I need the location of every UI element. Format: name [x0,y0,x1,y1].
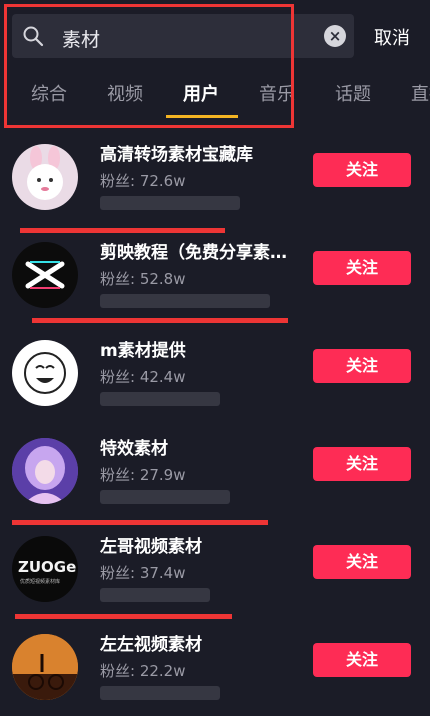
avatar[interactable] [12,340,78,406]
blurred-info [100,686,220,700]
user-name: 剪映教程（免费分享素材） [100,243,300,263]
follow-button[interactable]: 关注 [313,349,411,383]
avatar[interactable] [12,634,78,700]
zuoge-logo-subtext: 优质短视频素材库 [20,578,60,585]
user-name: 左哥视频素材 [100,537,202,557]
fan-count: 粉丝: 37.4w [100,564,186,582]
fan-count: 粉丝: 72.6w [100,172,186,190]
tab-topic[interactable]: 话题 [335,80,371,106]
blurred-info [100,490,230,504]
avatar[interactable] [12,144,78,210]
user-name: m素材提供 [100,341,186,361]
annotation-underline [32,318,288,323]
fan-count: 粉丝: 52.8w [100,270,186,288]
user-name: 高清转场素材宝藏库 [100,145,253,165]
blurred-info [100,196,240,210]
list-item[interactable]: 剪映教程（免费分享素材） 粉丝: 52.8w 关注 [0,226,430,324]
blurred-info [100,392,220,406]
fan-count: 粉丝: 42.4w [100,368,186,386]
follow-button[interactable]: 关注 [313,447,411,481]
list-item[interactable]: ZUOGe 优质短视频素材库 左哥视频素材 粉丝: 37.4w 关注 [0,520,430,618]
blurred-info [100,294,270,308]
annotation-box [4,4,294,128]
blurred-info [100,588,210,602]
annotation-underline [12,520,268,525]
list-item[interactable]: 特效素材 粉丝: 27.9w 关注 [0,422,430,520]
avatar[interactable] [12,242,78,308]
clear-icon[interactable]: × [324,25,346,47]
annotation-underline [20,228,225,233]
cancel-button[interactable]: 取消 [374,24,410,50]
tab-live[interactable]: 直播 [411,80,430,106]
annotation-underline [15,614,232,619]
follow-button[interactable]: 关注 [313,545,411,579]
user-name: 左左视频素材 [100,635,202,655]
follow-button[interactable]: 关注 [313,251,411,285]
list-item[interactable]: 高清转场素材宝藏库 粉丝: 72.6w 关注 [0,128,430,226]
avatar[interactable]: ZUOGe 优质短视频素材库 [12,536,78,602]
follow-button[interactable]: 关注 [313,643,411,677]
avatar[interactable] [12,438,78,504]
zuoge-logo-text: ZUOGe [18,558,76,576]
fan-count: 粉丝: 22.2w [100,662,186,680]
fan-count: 粉丝: 27.9w [100,466,186,484]
list-item[interactable]: 左左视频素材 粉丝: 22.2w 关注 [0,618,430,716]
user-name: 特效素材 [100,439,168,459]
follow-button[interactable]: 关注 [313,153,411,187]
list-item[interactable]: m素材提供 粉丝: 42.4w 关注 [0,324,430,422]
